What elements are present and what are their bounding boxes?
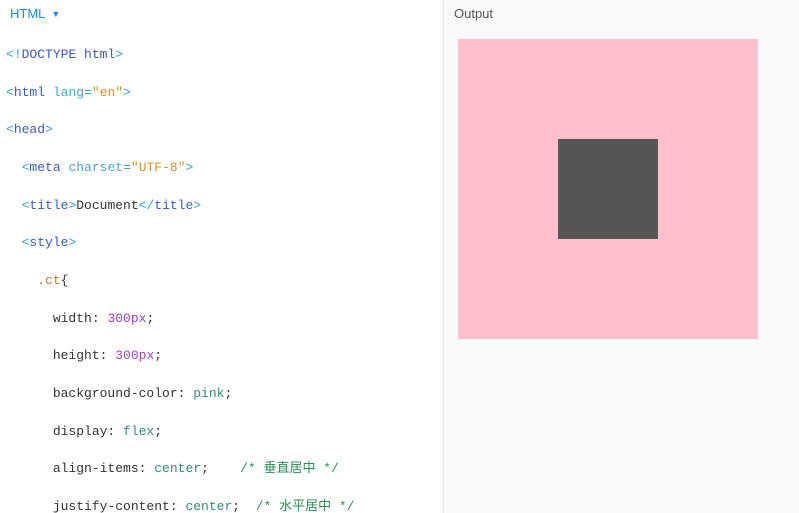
preview-box [558, 139, 658, 239]
code-line: justify-content: center; /* 水平居中 */ [6, 498, 437, 513]
output-preview [444, 25, 799, 513]
code-editor[interactable]: <!DOCTYPE html> <html lang="en"> <head> … [0, 25, 443, 513]
code-line: height: 300px; [6, 347, 437, 366]
code-line: display: flex; [6, 423, 437, 442]
code-line: <!DOCTYPE html> [6, 46, 437, 65]
output-pane-title: Output [444, 0, 799, 25]
code-line: <meta charset="UTF-8"> [6, 159, 437, 178]
code-line: <style> [6, 234, 437, 253]
code-line: .ct{ [6, 272, 437, 291]
output-pane: Output [444, 0, 799, 513]
editor-language-label: HTML [10, 6, 45, 21]
code-line: align-items: center; /* 垂直居中 */ [6, 460, 437, 479]
code-line: <html lang="en"> [6, 84, 437, 103]
code-line: <head> [6, 121, 437, 140]
code-line: <title>Document</title> [6, 197, 437, 216]
chevron-down-icon: ▼ [51, 9, 60, 19]
code-editor-pane: HTML ▼ <!DOCTYPE html> <html lang="en"> … [0, 0, 444, 513]
preview-container-ct [458, 39, 758, 339]
editor-language-selector[interactable]: HTML ▼ [0, 0, 443, 25]
code-line: background-color: pink; [6, 385, 437, 404]
code-line: width: 300px; [6, 310, 437, 329]
